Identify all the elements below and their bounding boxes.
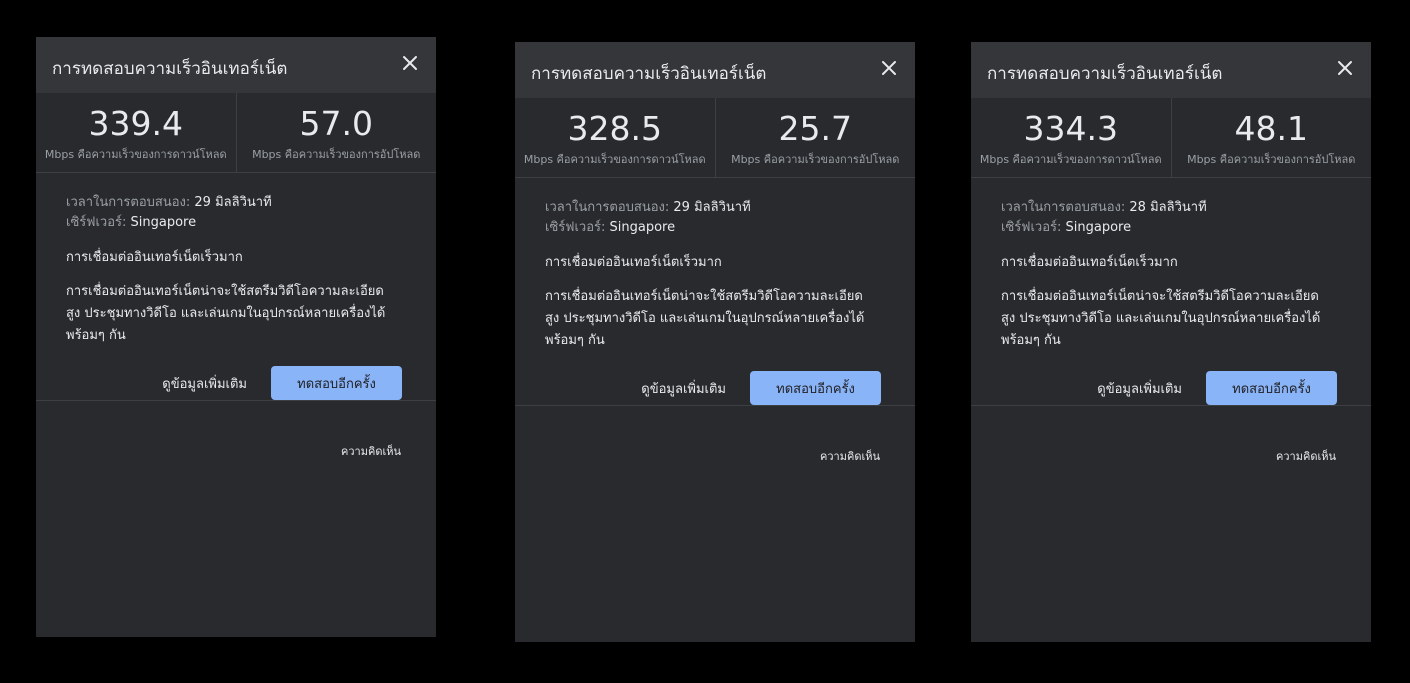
download-speed: 339.4 <box>88 104 183 143</box>
more-info-link[interactable]: ดูข้อมูลเพิ่มเติม <box>641 378 726 399</box>
panel-title: การทดสอบความเร็วอินเทอร์เน็ต <box>987 64 1223 84</box>
upload-stat: 25.7 Mbps คือความเร็วของการอัปโหลด <box>714 98 916 177</box>
speed-test-panel-1: การทดสอบความเร็วอินเทอร์เน็ต 339.4 Mbps … <box>36 37 436 637</box>
upload-stat: 57.0 Mbps คือความเร็วของการอัปโหลด <box>235 93 437 172</box>
download-label: Mbps คือความเร็วของการดาวน์โหลด <box>979 153 1162 166</box>
latency-row: เวลาในการตอบสนอง: 29 มิลลิวินาที <box>545 198 885 218</box>
close-icon[interactable] <box>879 58 899 78</box>
close-icon[interactable] <box>1335 58 1355 78</box>
feedback-link[interactable]: ความคิดเห็น <box>820 447 880 465</box>
upload-label: Mbps คือความเร็วของการอัปโหลด <box>1187 153 1356 166</box>
upload-label: Mbps คือความเร็วของการอัปโหลด <box>731 153 900 166</box>
panel-actions: ดูข้อมูลเพิ่มเติม ทดสอบอีกครั้ง <box>641 371 881 405</box>
connection-description: การเชื่อมต่ออินเทอร์เน็ตน่าจะใช้สตรีมวิด… <box>545 289 865 348</box>
panel-header: การทดสอบความเร็วอินเทอร์เน็ต <box>971 42 1371 98</box>
retry-button[interactable]: ทดสอบอีกครั้ง <box>750 371 881 405</box>
more-info-link[interactable]: ดูข้อมูลเพิ่มเติม <box>1097 378 1182 399</box>
upload-label: Mbps คือความเร็วของการอัปโหลด <box>252 148 421 161</box>
connection-quality: การเชื่อมต่ออินเทอร์เน็ตเร็วมาก <box>1001 255 1178 270</box>
panel-body: เวลาในการตอบสนอง: 29 มิลลิวินาที เซิร์ฟเ… <box>36 173 436 401</box>
upload-speed: 48.1 <box>1234 109 1308 148</box>
latency-label: เวลาในการตอบสนอง: <box>66 195 191 210</box>
close-icon[interactable] <box>400 53 420 73</box>
panel-header: การทดสอบความเร็วอินเทอร์เน็ต <box>36 37 436 93</box>
latency-value: 29 มิลลิวินาที <box>673 200 751 215</box>
download-stat: 328.5 Mbps คือความเร็วของการดาวน์โหลด <box>515 98 715 177</box>
panel-header: การทดสอบความเร็วอินเทอร์เน็ต <box>515 42 915 98</box>
upload-speed: 57.0 <box>299 104 373 143</box>
feedback-link[interactable]: ความคิดเห็น <box>341 442 401 460</box>
panel-actions: ดูข้อมูลเพิ่มเติม ทดสอบอีกครั้ง <box>162 366 402 400</box>
speed-stats: 334.3 Mbps คือความเร็วของการดาวน์โหลด 48… <box>971 98 1371 178</box>
latency-row: เวลาในการตอบสนอง: 28 มิลลิวินาที <box>1001 198 1341 218</box>
feedback-link[interactable]: ความคิดเห็น <box>1276 447 1336 465</box>
panel-body: เวลาในการตอบสนอง: 28 มิลลิวินาที เซิร์ฟเ… <box>971 178 1371 406</box>
connection-quality: การเชื่อมต่ออินเทอร์เน็ตเร็วมาก <box>545 255 722 270</box>
latency-label: เวลาในการตอบสนอง: <box>545 200 670 215</box>
speed-test-panel-3: การทดสอบความเร็วอินเทอร์เน็ต 334.3 Mbps … <box>971 42 1371 642</box>
speed-stats: 328.5 Mbps คือความเร็วของการดาวน์โหลด 25… <box>515 98 915 178</box>
download-speed: 334.3 <box>1023 109 1118 148</box>
server-value: Singapore <box>609 220 676 235</box>
server-value: Singapore <box>1065 220 1132 235</box>
download-label: Mbps คือความเร็วของการดาวน์โหลด <box>44 148 227 161</box>
panel-title: การทดสอบความเร็วอินเทอร์เน็ต <box>531 64 767 84</box>
speed-stats: 339.4 Mbps คือความเร็วของการดาวน์โหลด 57… <box>36 93 436 173</box>
latency-row: เวลาในการตอบสนอง: 29 มิลลิวินาที <box>66 193 406 213</box>
upload-speed: 25.7 <box>778 109 852 148</box>
retry-button[interactable]: ทดสอบอีกครั้ง <box>1206 371 1337 405</box>
panel-title: การทดสอบความเร็วอินเทอร์เน็ต <box>52 59 288 79</box>
server-label: เซิร์ฟเวอร์: <box>545 220 606 235</box>
connection-quality: การเชื่อมต่ออินเทอร์เน็ตเร็วมาก <box>66 250 243 265</box>
server-row: เซิร์ฟเวอร์: Singapore <box>1001 218 1341 238</box>
retry-button[interactable]: ทดสอบอีกครั้ง <box>271 366 402 400</box>
upload-stat: 48.1 Mbps คือความเร็วของการอัปโหลด <box>1170 98 1372 177</box>
more-info-link[interactable]: ดูข้อมูลเพิ่มเติม <box>162 373 247 394</box>
latency-value: 28 มิลลิวินาที <box>1129 200 1207 215</box>
connection-description: การเชื่อมต่ออินเทอร์เน็ตน่าจะใช้สตรีมวิด… <box>66 284 386 343</box>
server-label: เซิร์ฟเวอร์: <box>1001 220 1062 235</box>
connection-description: การเชื่อมต่ออินเทอร์เน็ตน่าจะใช้สตรีมวิด… <box>1001 289 1321 348</box>
download-stat: 339.4 Mbps คือความเร็วของการดาวน์โหลด <box>36 93 236 172</box>
download-speed: 328.5 <box>567 109 662 148</box>
latency-value: 29 มิลลิวินาที <box>194 195 272 210</box>
panel-body: เวลาในการตอบสนอง: 29 มิลลิวินาที เซิร์ฟเ… <box>515 178 915 406</box>
server-row: เซิร์ฟเวอร์: Singapore <box>545 218 885 238</box>
latency-label: เวลาในการตอบสนอง: <box>1001 200 1126 215</box>
panel-actions: ดูข้อมูลเพิ่มเติม ทดสอบอีกครั้ง <box>1097 371 1337 405</box>
server-label: เซิร์ฟเวอร์: <box>66 215 127 230</box>
speed-test-panel-2: การทดสอบความเร็วอินเทอร์เน็ต 328.5 Mbps … <box>515 42 915 642</box>
server-row: เซิร์ฟเวอร์: Singapore <box>66 213 406 233</box>
download-stat: 334.3 Mbps คือความเร็วของการดาวน์โหลด <box>971 98 1171 177</box>
server-value: Singapore <box>130 215 197 230</box>
download-label: Mbps คือความเร็วของการดาวน์โหลด <box>523 153 706 166</box>
